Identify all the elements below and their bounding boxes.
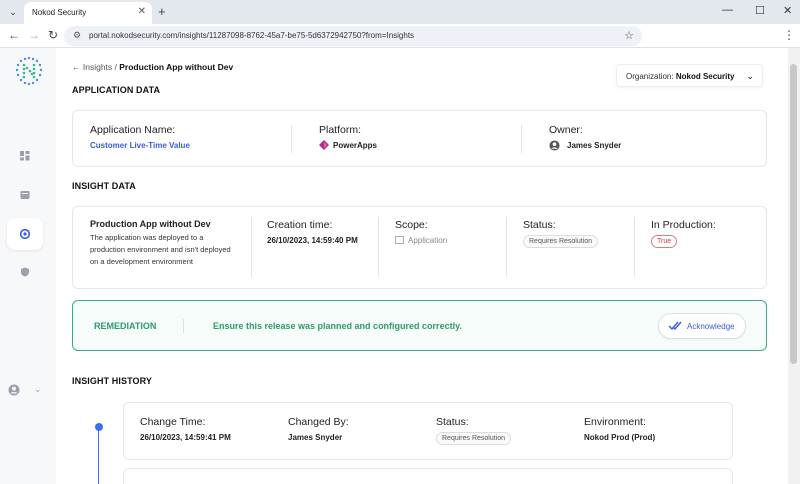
divider: [251, 217, 252, 277]
divider: [291, 125, 292, 153]
inventory-icon[interactable]: [20, 190, 30, 200]
change-time-value: 26/10/2023, 14:59:41 PM: [140, 433, 231, 442]
browser-tab[interactable]: Nokod Security ✕: [24, 2, 152, 24]
divider: [634, 217, 635, 277]
environment-label: Environment:: [584, 416, 646, 428]
organization-label-text: Organization:: [626, 72, 674, 81]
double-check-icon: [668, 321, 682, 331]
acknowledge-label: Acknowledge: [687, 322, 735, 331]
insight-data-card: Production App without Dev The applicati…: [72, 206, 767, 289]
change-time-label: Change Time:: [140, 416, 206, 428]
in-production-badge: True: [651, 235, 678, 248]
reload-icon[interactable]: ↻: [48, 28, 58, 42]
new-tab-icon[interactable]: +: [158, 4, 166, 19]
application-name-label: Application Name:: [90, 124, 176, 136]
url-text: portal.nokodsecurity.com/insights/112870…: [89, 31, 415, 40]
owner-value: James Snyder: [567, 141, 622, 150]
scope-label: Scope:: [395, 219, 428, 231]
breadcrumb: ← Insights / Production App without Dev: [72, 62, 233, 72]
divider: [506, 217, 507, 277]
creation-time-label: Creation time:: [267, 219, 333, 231]
address-bar[interactable]: ⚙ portal.nokodsecurity.com/insights/1128…: [64, 26, 642, 46]
insight-description: The application was deployed to a produc…: [90, 233, 231, 266]
status-label: Status:: [523, 219, 556, 231]
insight-history-title: INSIGHT HISTORY: [72, 376, 153, 386]
breadcrumb-current: Production App without Dev: [119, 62, 234, 72]
creation-time-value: 26/10/2023, 14:59:40 PM: [267, 236, 358, 245]
browser-tabstrip: ⌄ Nokod Security ✕ + — ☐ ✕: [0, 0, 800, 24]
in-production-label: In Production:: [651, 219, 716, 231]
site-info-icon[interactable]: ⚙: [73, 30, 81, 41]
application-scope-icon: [395, 236, 404, 244]
history-entry-card: Change Time: 26/10/2023, 14:59:41 PM Cha…: [123, 402, 733, 460]
organization-value: Nokod Security: [675, 72, 735, 81]
application-name-link[interactable]: Customer Live-Time Value: [90, 141, 190, 150]
platform-value: PowerApps: [333, 141, 378, 150]
powerapps-icon: [319, 140, 329, 150]
organization-selector[interactable]: Organization: Nokod Security ⌄: [616, 64, 763, 87]
tab-close-icon[interactable]: ✕: [138, 6, 146, 17]
page-scrollbar[interactable]: [788, 48, 800, 484]
changed-by-label: Changed By:: [288, 416, 349, 428]
history-status-label: Status:: [436, 416, 469, 428]
tab-title: Nokod Security: [32, 8, 87, 17]
application-data-title: APPLICATION DATA: [72, 85, 161, 95]
changed-by-value: James Snyder: [288, 433, 343, 442]
scope-value: Application: [408, 236, 448, 245]
breadcrumb-back-link[interactable]: ← Insights /: [72, 62, 117, 72]
user-icon: [549, 140, 560, 151]
nokod-logo-icon[interactable]: [13, 55, 45, 87]
environment-value: Nokod Prod (Prod): [584, 433, 656, 442]
user-avatar-icon[interactable]: [8, 384, 20, 396]
divider: [183, 319, 184, 333]
close-window-icon[interactable]: ✕: [783, 4, 792, 17]
insight-name: Production App without Dev: [90, 219, 211, 229]
status-badge: Requires Resolution: [523, 235, 599, 248]
insight-data-title: INSIGHT DATA: [72, 181, 136, 191]
forward-icon[interactable]: →: [28, 28, 40, 42]
tab-search-icon[interactable]: ⌄: [6, 5, 20, 19]
chevron-down-icon: ⌄: [746, 71, 754, 81]
timeline-line: [98, 427, 99, 484]
platform-label: Platform:: [319, 124, 362, 136]
insights-icon[interactable]: [20, 229, 30, 239]
main-content: ← Insights / Production App without Dev …: [56, 48, 788, 484]
history-status-badge: Requires Resolution: [436, 432, 512, 445]
minimize-icon[interactable]: —: [722, 4, 733, 16]
scrollbar-thumb[interactable]: [790, 64, 797, 364]
application-data-card: Application Name: Customer Live-Time Val…: [72, 110, 767, 167]
back-icon[interactable]: ←: [8, 28, 20, 42]
bookmark-star-icon[interactable]: ☆: [624, 29, 634, 42]
dashboard-icon[interactable]: [20, 151, 30, 161]
acknowledge-button[interactable]: Acknowledge: [658, 313, 746, 339]
browser-menu-icon[interactable]: ⋮: [783, 28, 795, 42]
timeline-dot: [95, 423, 103, 431]
maximize-icon[interactable]: ☐: [755, 4, 765, 17]
browser-toolbar: ← → ↻ ⚙ portal.nokodsecurity.com/insight…: [0, 24, 800, 48]
remediation-title: REMEDIATION: [94, 321, 157, 331]
remediation-text: Ensure this release was planned and conf…: [213, 321, 462, 331]
divider: [521, 125, 522, 153]
remediation-card: REMEDIATION Ensure this release was plan…: [72, 300, 767, 351]
history-entry-card-next: [123, 468, 733, 484]
organization-label: Organization: Nokod Security: [626, 72, 735, 81]
shield-icon[interactable]: [20, 267, 30, 277]
app-sidebar: ⌄: [0, 48, 56, 484]
divider: [378, 217, 379, 277]
owner-label: Owner:: [549, 124, 583, 136]
chevron-down-icon[interactable]: ⌄: [34, 384, 42, 395]
